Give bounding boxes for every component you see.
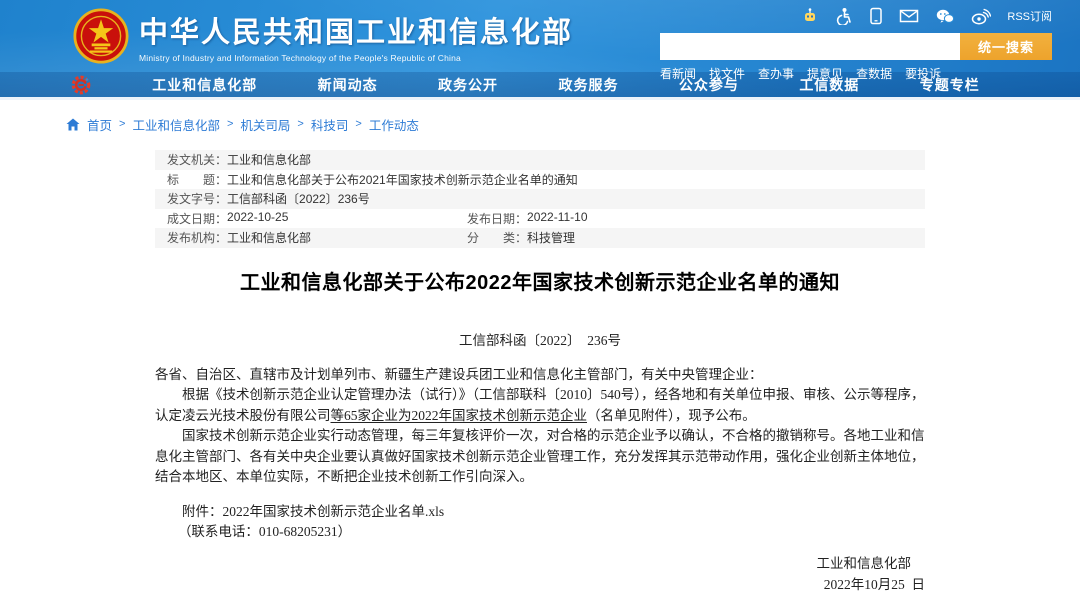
rss-link[interactable]: RSS订阅 bbox=[1007, 8, 1052, 24]
signer-name: 工业和信息化部 bbox=[155, 553, 925, 574]
meta-value: 工业和信息化部关于公布2021年国家技术创新示范企业名单的通知 bbox=[227, 171, 578, 188]
brand-text: 中华人民共和国工业和信息化部 Ministry of Industry and … bbox=[139, 9, 573, 63]
quick-link-data[interactable]: 查数据 bbox=[856, 65, 892, 82]
accessibility-icon[interactable] bbox=[835, 7, 853, 25]
paragraph-management: 国家技术创新示范企业实行动态管理，每三年复核评价一次，对合格的示范企业予以确认，… bbox=[155, 426, 925, 488]
mail-icon[interactable] bbox=[899, 8, 919, 24]
quick-link-complaint[interactable]: 要投诉 bbox=[905, 65, 941, 82]
meta-row-title: 标 题： 工业和信息化部关于公布2021年国家技术创新示范企业名单的通知 bbox=[155, 170, 925, 190]
meta-label: 标 题： bbox=[167, 171, 227, 188]
wechat-icon[interactable] bbox=[935, 8, 955, 25]
header-utility: RSS订阅 统一搜索 看新闻 找文件 查办事 提意见 查数据 要投诉 bbox=[660, 6, 1052, 82]
breadcrumb-departments[interactable]: 机关司局 bbox=[240, 115, 290, 134]
meta-label: 发文机关： bbox=[167, 151, 227, 168]
breadcrumb: 首页 > 工业和信息化部 > 机关司局 > 科技司 > 工作动态 bbox=[0, 114, 1080, 134]
document-body: 工信部科函〔2022〕 236号 各省、自治区、直辖市及计划单列市、新疆生产建设… bbox=[155, 329, 925, 595]
document-content: 发文机关： 工业和信息化部 标 题： 工业和信息化部关于公布2021年国家技术创… bbox=[155, 150, 925, 595]
breadcrumb-separator: > bbox=[297, 118, 303, 130]
meta-row-publisher-category: 发布机构： 工业和信息化部 分 类： 科技管理 bbox=[155, 228, 925, 248]
doc-paragraphs: 各省、自治区、直辖市及计划单列市、新疆生产建设兵团工业和信息化主管部门，有关中央… bbox=[155, 365, 925, 488]
meta-row-issuing-agency: 发文机关： 工业和信息化部 bbox=[155, 150, 925, 170]
meta-label: 分 类： bbox=[467, 229, 527, 246]
breadcrumb-work-updates[interactable]: 工作动态 bbox=[369, 115, 419, 134]
site-header: 中华人民共和国工业和信息化部 Ministry of Industry and … bbox=[0, 0, 1080, 100]
meta-value: 工业和信息化部 bbox=[227, 229, 311, 246]
meta-value: 工业和信息化部 bbox=[227, 151, 311, 168]
header-top: 中华人民共和国工业和信息化部 Ministry of Industry and … bbox=[0, 0, 1080, 72]
nav-item-gov-services[interactable]: 政务服务 bbox=[558, 75, 618, 95]
signature-date: 2022年10月25 日 bbox=[155, 574, 925, 595]
meta-label: 发布日期： bbox=[467, 210, 527, 227]
quick-link-suggest[interactable]: 提意见 bbox=[807, 65, 843, 82]
quick-link-news[interactable]: 看新闻 bbox=[660, 65, 696, 82]
meta-row-doc-number: 发文字号： 工信部科函〔2022〕236号 bbox=[155, 189, 925, 209]
national-emblem-icon bbox=[73, 8, 129, 64]
search-input[interactable] bbox=[660, 33, 960, 60]
breadcrumb-miit[interactable]: 工业和信息化部 bbox=[132, 115, 220, 134]
breadcrumb-home[interactable]: 首页 bbox=[87, 115, 112, 134]
attachment-link[interactable]: 附件：2022年国家技术创新示范企业名单.xls bbox=[155, 502, 925, 523]
home-icon[interactable] bbox=[66, 118, 80, 131]
nav-item-gov-open[interactable]: 政务公开 bbox=[438, 75, 498, 95]
breadcrumb-separator: > bbox=[227, 118, 233, 130]
breadcrumb-science-dept[interactable]: 科技司 bbox=[311, 115, 349, 134]
paragraph-announcement: 根据《技术创新示范企业认定管理办法（试行）》（工信部联科〔2010〕540号），… bbox=[155, 385, 925, 426]
meta-row-dates: 成文日期： 2022-10-25 发布日期： 2022-11-10 bbox=[155, 209, 925, 229]
site-subtitle: Ministry of Industry and Information Tec… bbox=[139, 53, 573, 63]
nav-item-miit[interactable]: 工业和信息化部 bbox=[152, 75, 257, 95]
page-title: 工业和信息化部关于公布2022年国家技术创新示范企业名单的通知 bbox=[155, 266, 925, 295]
nav-item-news[interactable]: 新闻动态 bbox=[318, 75, 378, 95]
doc-number: 工信部科函〔2022〕 236号 bbox=[155, 329, 925, 349]
paragraph-text-underlined: 等65家企业为2022年国家技术创新示范企业 bbox=[331, 408, 588, 423]
unified-search-button[interactable]: 统一搜索 bbox=[960, 33, 1052, 60]
miit-gear-logo-icon bbox=[70, 74, 92, 96]
search-bar: 统一搜索 bbox=[660, 33, 1052, 60]
paragraph-text: （名单见附件），现予公布。 bbox=[587, 408, 756, 423]
meta-value: 科技管理 bbox=[527, 229, 575, 246]
weibo-icon[interactable] bbox=[971, 8, 991, 25]
quick-link-files[interactable]: 找文件 bbox=[709, 65, 745, 82]
breadcrumb-separator: > bbox=[119, 118, 125, 130]
meta-value: 2022-10-25 bbox=[227, 210, 288, 227]
salutation: 各省、自治区、直辖市及计划单列市、新疆生产建设兵团工业和信息化主管部门，有关中央… bbox=[155, 365, 925, 386]
quick-link-services[interactable]: 查办事 bbox=[758, 65, 794, 82]
contact-phone: （联系电话：010-68205231） bbox=[155, 522, 925, 543]
meta-label: 成文日期： bbox=[167, 210, 227, 227]
attachment-block: 附件：2022年国家技术创新示范企业名单.xls （联系电话：010-68205… bbox=[155, 502, 925, 543]
mascot-icon[interactable] bbox=[801, 7, 819, 25]
utility-icon-row: RSS订阅 bbox=[660, 6, 1052, 26]
breadcrumb-separator: > bbox=[355, 118, 361, 130]
meta-label: 发布机构： bbox=[167, 229, 227, 246]
mobile-icon[interactable] bbox=[869, 7, 883, 25]
meta-label: 发文字号： bbox=[167, 190, 227, 207]
site-title: 中华人民共和国工业和信息化部 bbox=[139, 9, 573, 51]
document-meta-table: 发文机关： 工业和信息化部 标 题： 工业和信息化部关于公布2021年国家技术创… bbox=[155, 150, 925, 248]
meta-value: 工信部科函〔2022〕236号 bbox=[227, 190, 370, 207]
meta-value: 2022-11-10 bbox=[527, 210, 588, 227]
quick-links-row: 看新闻 找文件 查办事 提意见 查数据 要投诉 bbox=[660, 65, 1052, 82]
